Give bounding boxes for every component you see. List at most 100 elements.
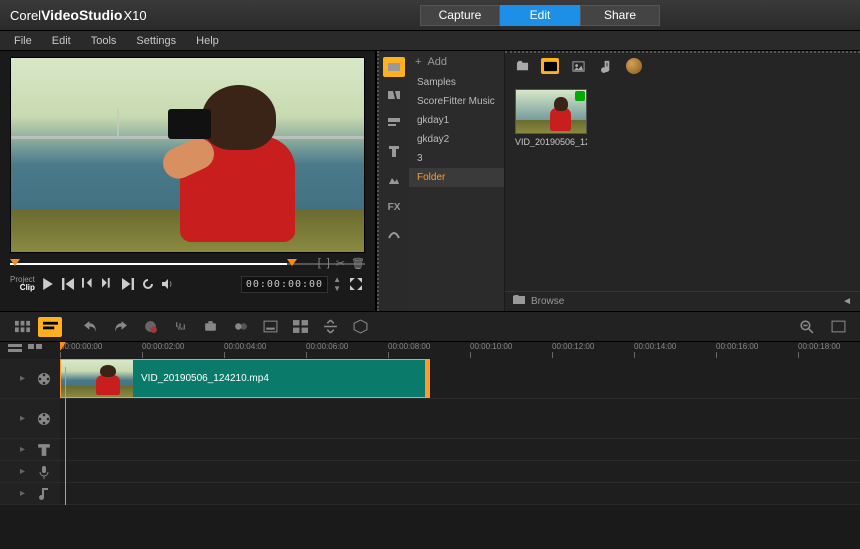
timeline-clip[interactable]: VID_20190506_124210.mp4 — [60, 359, 430, 398]
ruler-toggle-1[interactable] — [8, 344, 24, 358]
cat-path-icon[interactable] — [383, 225, 405, 245]
filter-audio-icon[interactable] — [597, 58, 615, 74]
title-track-icon — [36, 442, 52, 458]
volume-button[interactable] — [159, 275, 177, 293]
delete-button[interactable]: 🗑 — [351, 257, 365, 270]
mark-in-button[interactable]: [ — [318, 257, 321, 270]
timecode-display[interactable]: 00:00:00:00 — [241, 276, 328, 293]
clip-handle-right[interactable] — [425, 360, 429, 397]
mode-toggle[interactable]: Project Clip — [10, 276, 35, 292]
record-button[interactable] — [138, 317, 162, 337]
media-thumbnail[interactable]: VID_20190506_124210... — [515, 89, 587, 147]
browse-label[interactable]: Browse — [531, 296, 564, 307]
scrub-bar[interactable]: [ ] ✂ 🗑 — [10, 257, 365, 271]
audio-mixer-button[interactable] — [168, 317, 192, 337]
ruler-mark: 00:00:02:00 — [142, 342, 184, 351]
ruler-mark: 00:00:18:00 — [798, 342, 840, 351]
track-collapse-icon[interactable]: ▸ — [20, 413, 30, 424]
subtitle-button[interactable] — [258, 317, 282, 337]
prev-frame-button[interactable] — [79, 275, 97, 293]
pan-zoom-button[interactable] — [318, 317, 342, 337]
filter-video-icon[interactable] — [541, 58, 559, 74]
ruler-toggle-2[interactable] — [28, 344, 44, 358]
timeline-ruler-row: 00:00:00:00 00:00:02:00 00:00:04:00 00:00:0… — [0, 341, 860, 359]
folder-item[interactable]: gkday1 — [409, 111, 504, 130]
ruler-mark: 00:00:06:00 — [306, 342, 348, 351]
ruler-mark: 00:00:04:00 — [224, 342, 266, 351]
menu-file[interactable]: File — [6, 33, 40, 49]
undo-button[interactable] — [78, 317, 102, 337]
repeat-button[interactable] — [139, 275, 157, 293]
cat-media-icon[interactable] — [383, 57, 405, 77]
menu-tools[interactable]: Tools — [83, 33, 125, 49]
storyboard-view-button[interactable] — [10, 317, 34, 337]
home-button[interactable] — [59, 275, 77, 293]
browse-icon[interactable] — [513, 295, 525, 308]
scrub-start-handle[interactable] — [10, 259, 20, 266]
globe-icon[interactable] — [625, 58, 643, 74]
library-folder-list: + Add Samples ScoreFitter Music gkday1 g… — [409, 51, 505, 311]
track-collapse-icon[interactable]: ▸ — [20, 373, 30, 384]
next-frame-button[interactable] — [99, 275, 117, 293]
thumbnail-grid: VID_20190506_124210... — [505, 79, 860, 291]
folder-item[interactable]: ScoreFitter Music — [409, 92, 504, 111]
timecode-stepper[interactable]: ▲▼ — [333, 275, 341, 293]
cat-transition-icon[interactable] — [383, 85, 405, 105]
track-header[interactable]: ▸ — [0, 359, 60, 398]
tab-capture[interactable]: Capture — [420, 5, 500, 26]
scroll-left-icon[interactable]: ◄ — [842, 296, 852, 307]
track-header[interactable]: ▸ — [0, 461, 60, 482]
cut-button[interactable]: ✂ — [336, 257, 345, 270]
cat-fx-icon[interactable]: FX — [383, 197, 405, 217]
timeline-tracks: ▸ VID_20190506_124210.mp4 ▸ ▸ — [0, 359, 860, 505]
preview-canvas[interactable] — [10, 57, 365, 253]
menu-edit[interactable]: Edit — [44, 33, 79, 49]
playhead-line[interactable] — [65, 367, 66, 505]
cat-text-icon[interactable] — [383, 141, 405, 161]
track-body[interactable] — [60, 461, 860, 482]
track-body[interactable] — [60, 439, 860, 460]
mark-out-button[interactable]: ] — [327, 257, 330, 270]
mic-icon — [36, 464, 52, 480]
track-body[interactable]: VID_20190506_124210.mp4 — [60, 359, 860, 398]
library-footer: Browse ◄ — [505, 291, 860, 311]
expand-button[interactable] — [347, 275, 365, 293]
motion-track-button[interactable] — [228, 317, 252, 337]
folder-item[interactable]: gkday2 — [409, 130, 504, 149]
timeline-view-button[interactable] — [38, 317, 62, 337]
3d-button[interactable] — [348, 317, 372, 337]
playhead-icon[interactable] — [60, 342, 66, 351]
multicam-button[interactable] — [288, 317, 312, 337]
track-body[interactable] — [60, 483, 860, 504]
track-header[interactable]: ▸ — [0, 399, 60, 438]
add-folder-button[interactable]: + Add — [409, 51, 504, 73]
end-button[interactable] — [119, 275, 137, 293]
folder-item[interactable]: Samples — [409, 73, 504, 92]
filter-photo-icon[interactable] — [569, 58, 587, 74]
timeline-toolbar — [0, 311, 860, 341]
timeline-ruler[interactable]: 00:00:00:00 00:00:02:00 00:00:04:00 00:00:0… — [60, 342, 860, 359]
menu-help[interactable]: Help — [188, 33, 227, 49]
video-track-1: ▸ VID_20190506_124210.mp4 — [0, 359, 860, 399]
folder-item[interactable]: 3 — [409, 149, 504, 168]
workspace: [ ] ✂ 🗑 Project Clip 00:00:00:00 ▲▼ — [0, 51, 860, 311]
cat-graphic-icon[interactable] — [383, 169, 405, 189]
cat-title-icon[interactable] — [383, 113, 405, 133]
scrub-end-handle[interactable] — [287, 259, 297, 266]
track-header[interactable]: ▸ — [0, 439, 60, 460]
preview-pane: [ ] ✂ 🗑 Project Clip 00:00:00:00 ▲▼ — [0, 51, 375, 311]
tab-edit[interactable]: Edit — [500, 5, 580, 26]
zoom-out-button[interactable] — [794, 317, 818, 337]
track-header[interactable]: ▸ — [0, 483, 60, 504]
tab-share[interactable]: Share — [580, 5, 660, 26]
auto-music-button[interactable] — [198, 317, 222, 337]
folder-item-selected[interactable]: Folder — [409, 168, 504, 187]
import-icon[interactable] — [513, 58, 531, 74]
redo-button[interactable] — [108, 317, 132, 337]
track-body[interactable] — [60, 399, 860, 438]
zoom-fit-button[interactable] — [826, 317, 850, 337]
ruler-mark: 00:00:00:00 — [60, 342, 102, 351]
menu-settings[interactable]: Settings — [128, 33, 184, 49]
play-button[interactable] — [39, 275, 57, 293]
app-logo: Corel VideoStudio X10 — [0, 7, 157, 23]
